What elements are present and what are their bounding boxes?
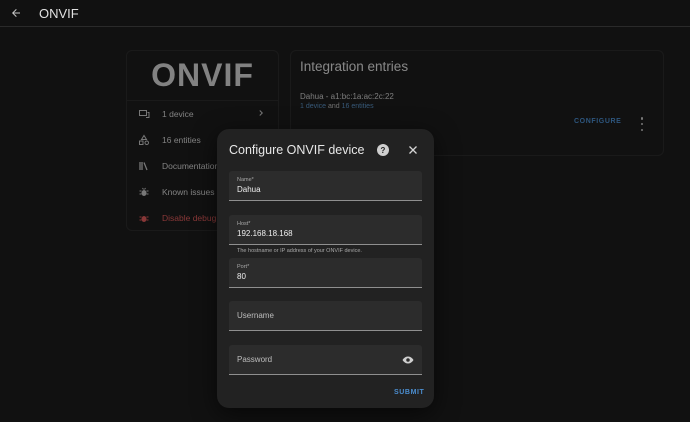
bug-icon — [137, 185, 151, 199]
port-label: Port* — [237, 264, 250, 270]
name-value: Dahua — [237, 185, 261, 194]
arrow-left-icon — [12, 9, 20, 17]
back-button[interactable] — [3, 0, 29, 26]
entry-and-text: and — [326, 103, 342, 110]
entry-devices-link[interactable]: 1 device — [300, 103, 326, 110]
devices-link[interactable]: 1 device — [127, 101, 278, 127]
port-value: 80 — [237, 272, 246, 281]
more-options-icon[interactable] — [637, 117, 647, 131]
onvif-logo: ONVIF — [127, 51, 278, 101]
host-label: Host* — [237, 221, 251, 227]
shapes-icon — [137, 133, 151, 147]
entries-title: Integration entries — [300, 59, 409, 74]
configure-dialog: Configure ONVIF device ? Name* Dahua Hos… — [217, 129, 434, 408]
disable-debug-label: Disable debug lo — [162, 213, 226, 223]
device-icon — [137, 107, 151, 121]
logo-text: ONVIF — [151, 57, 254, 93]
eye-icon[interactable] — [402, 354, 414, 366]
documentation-label: Documentation — [162, 161, 220, 171]
entry-links: 1 device and 16 entities — [300, 103, 374, 110]
password-placeholder: Password — [237, 355, 273, 364]
debug-icon — [137, 211, 151, 225]
book-icon — [137, 159, 151, 173]
host-value: 192.168.18.168 — [237, 229, 293, 238]
username-placeholder: Username — [237, 311, 274, 320]
name-label: Name* — [237, 177, 254, 183]
close-icon[interactable] — [406, 143, 420, 157]
configure-button[interactable]: CONFIGURE — [574, 118, 621, 125]
host-field[interactable]: Host* 192.168.18.168 — [229, 215, 422, 245]
dialog-title: Configure ONVIF device — [229, 143, 365, 157]
password-field[interactable]: Password — [229, 345, 422, 375]
entry-name: Dahua - a1:bc:1a:ac:2c:22 — [300, 92, 394, 101]
top-app-bar: ONVIF — [0, 0, 690, 27]
port-field[interactable]: Port* 80 — [229, 258, 422, 288]
username-field[interactable]: Username — [229, 301, 422, 331]
host-helper-text: The hostname or IP address of your ONVIF… — [237, 248, 362, 254]
known-issues-label: Known issues — [162, 187, 215, 197]
entities-label: 16 entities — [162, 135, 201, 145]
devices-label: 1 device — [162, 109, 194, 119]
name-field[interactable]: Name* Dahua — [229, 171, 422, 201]
page-title: ONVIF — [39, 5, 79, 21]
entry-entities-link[interactable]: 16 entities — [342, 103, 374, 110]
submit-button[interactable]: SUBMIT — [394, 389, 424, 396]
help-icon[interactable]: ? — [377, 144, 389, 156]
chevron-right-icon — [259, 110, 263, 116]
